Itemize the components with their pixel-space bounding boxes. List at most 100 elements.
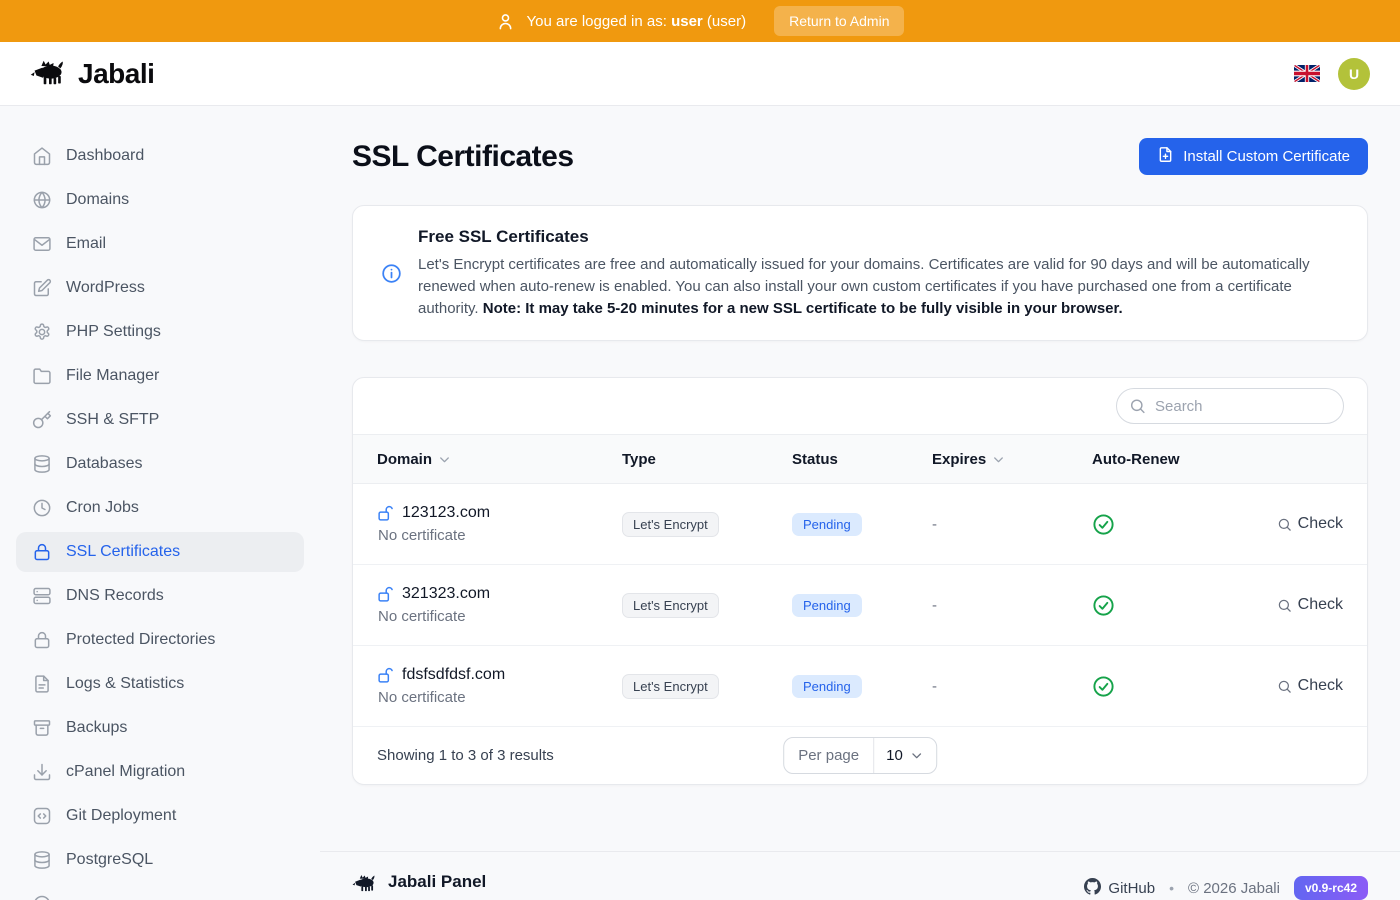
version-badge[interactable]: v0.9-rc42 <box>1294 876 1368 900</box>
sidebar-item-git-deployment[interactable]: Git Deployment <box>16 796 304 836</box>
domain-cell: 123123.comNo certificate <box>377 504 622 544</box>
user-avatar[interactable]: U <box>1338 58 1370 90</box>
sidebar-item-label: PHP Settings <box>66 323 161 341</box>
page-title: SSL Certificates <box>352 140 574 174</box>
database-icon <box>32 850 52 870</box>
sidebar: Dashboard Domains Email WordPress PHP Settin… <box>0 106 320 900</box>
sidebar-item-label: Cron Jobs <box>66 499 139 517</box>
chevron-down-icon <box>437 452 452 467</box>
ssl-info-card: Free SSL Certificates Let's Encrypt cert… <box>352 205 1368 341</box>
github-link[interactable]: GitHub <box>1084 878 1155 899</box>
brand-logo[interactable]: Jabali <box>30 56 154 91</box>
domain-name: 321323.com <box>402 585 490 603</box>
certificate-note: No certificate <box>378 608 622 625</box>
auto-renew-cell <box>1092 675 1262 698</box>
sidebar-item-file-manager[interactable]: File Manager <box>16 356 304 396</box>
column-header-expires[interactable]: Expires <box>932 451 1092 468</box>
auto-renew-cell <box>1092 513 1262 536</box>
check-circle-icon[interactable] <box>1092 675 1115 698</box>
impersonation-text: You are logged in as: user (user) <box>527 13 747 30</box>
sidebar-item-label: Protected Directories <box>66 631 215 649</box>
status-badge: Pending <box>792 513 862 536</box>
column-header-type: Type <box>622 451 792 468</box>
sidebar-item-php-settings[interactable]: PHP Settings <box>16 312 304 352</box>
mail-icon <box>32 234 52 254</box>
column-header-domain[interactable]: Domain <box>377 451 622 468</box>
globe-icon <box>32 190 52 210</box>
sidebar-item-cron-jobs[interactable]: Cron Jobs <box>16 488 304 528</box>
circle-icon <box>32 894 52 900</box>
sidebar-item-protected-directories[interactable]: Protected Directories <box>16 620 304 660</box>
sidebar-item-databases[interactable]: Databases <box>16 444 304 484</box>
sidebar-item-label: Email <box>66 235 106 253</box>
certificate-note: No certificate <box>378 689 622 706</box>
expires-cell: - <box>932 597 1092 614</box>
sidebar-item-label: Databases <box>66 455 143 473</box>
github-icon <box>1084 878 1101 899</box>
sidebar-item-label: DNS Records <box>66 587 164 605</box>
language-flag-uk[interactable] <box>1294 65 1320 82</box>
type-cell: Let's Encrypt <box>622 593 792 618</box>
brand-name: Jabali <box>78 58 154 90</box>
sidebar-item-domains[interactable]: Domains <box>16 180 304 220</box>
boar-logo-icon <box>30 56 68 91</box>
check-certificate-button[interactable]: Check <box>1277 677 1343 695</box>
return-to-admin-button[interactable]: Return to Admin <box>774 6 904 36</box>
certificate-row: fdsfsdfdsf.comNo certificateLet's Encryp… <box>353 646 1367 727</box>
info-title: Free SSL Certificates <box>418 227 1339 247</box>
sidebar-item-dashboard[interactable]: Dashboard <box>16 136 304 176</box>
column-label: Status <box>792 451 838 468</box>
per-page-select[interactable]: Per page 10 <box>783 737 937 774</box>
check-circle-icon[interactable] <box>1092 594 1115 617</box>
auto-renew-cell <box>1092 594 1262 617</box>
github-label: GitHub <box>1108 880 1155 897</box>
app-header: Jabali U <box>0 42 1400 106</box>
chevron-down-icon <box>991 452 1006 467</box>
sidebar-item-label: Logs & Statistics <box>66 675 184 693</box>
sidebar-item-ssh-sftp[interactable]: SSH & SFTP <box>16 400 304 440</box>
sidebar-item-wordpress[interactable]: WordPress <box>16 268 304 308</box>
search-icon <box>1277 517 1292 532</box>
code-icon <box>32 806 52 826</box>
check-label: Check <box>1298 677 1343 695</box>
sidebar-item-backups[interactable]: Backups <box>16 708 304 748</box>
gear-icon <box>32 322 52 342</box>
boar-logo-icon-small <box>352 872 378 892</box>
search-input[interactable] <box>1116 388 1344 424</box>
server-icon <box>32 586 52 606</box>
sidebar-item-dns-records[interactable]: DNS Records <box>16 576 304 616</box>
column-label: Domain <box>377 451 432 468</box>
column-label: Auto-Renew <box>1092 451 1180 468</box>
sidebar-item-postgresql[interactable]: PostgreSQL <box>16 840 304 880</box>
sidebar-item-partial[interactable] <box>16 884 304 900</box>
type-cell: Let's Encrypt <box>622 512 792 537</box>
folder-icon <box>32 366 52 386</box>
pagination-summary: Showing 1 to 3 of 3 results <box>377 747 554 764</box>
domain-name: fdsfsdfdsf.com <box>402 666 505 684</box>
check-certificate-button[interactable]: Check <box>1277 596 1343 614</box>
impersonation-role: (user) <box>707 13 746 30</box>
install-custom-certificate-button[interactable]: Install Custom Certificate <box>1139 138 1368 175</box>
sidebar-item-logs-statistics[interactable]: Logs & Statistics <box>16 664 304 704</box>
info-note-text: Note: It may take 5-20 minutes for a new… <box>483 300 1123 317</box>
sidebar-item-label: PostgreSQL <box>66 851 153 869</box>
check-circle-icon[interactable] <box>1092 513 1115 536</box>
file-plus-icon <box>1157 146 1174 167</box>
sidebar-item-label: Backups <box>66 719 127 737</box>
check-label: Check <box>1298 515 1343 533</box>
search-icon <box>1277 679 1292 694</box>
impersonation-username: user <box>671 13 703 30</box>
impersonation-prefix: You are logged in as: <box>527 13 667 30</box>
download-icon <box>32 762 52 782</box>
lock-open-icon <box>377 505 394 522</box>
certificates-table-card: Domain TypeStatus ExpiresAuto-Renew 123123… <box>352 377 1368 785</box>
sidebar-item-label: Dashboard <box>66 147 144 165</box>
chevron-down-icon <box>909 748 924 763</box>
sidebar-item-cpanel-migration[interactable]: cPanel Migration <box>16 752 304 792</box>
sidebar-item-email[interactable]: Email <box>16 224 304 264</box>
check-certificate-button[interactable]: Check <box>1277 515 1343 533</box>
domain-name: 123123.com <box>402 504 490 522</box>
sidebar-item-ssl-certificates[interactable]: SSL Certificates <box>16 532 304 572</box>
clock-icon <box>32 498 52 518</box>
search-icon <box>1277 598 1292 613</box>
